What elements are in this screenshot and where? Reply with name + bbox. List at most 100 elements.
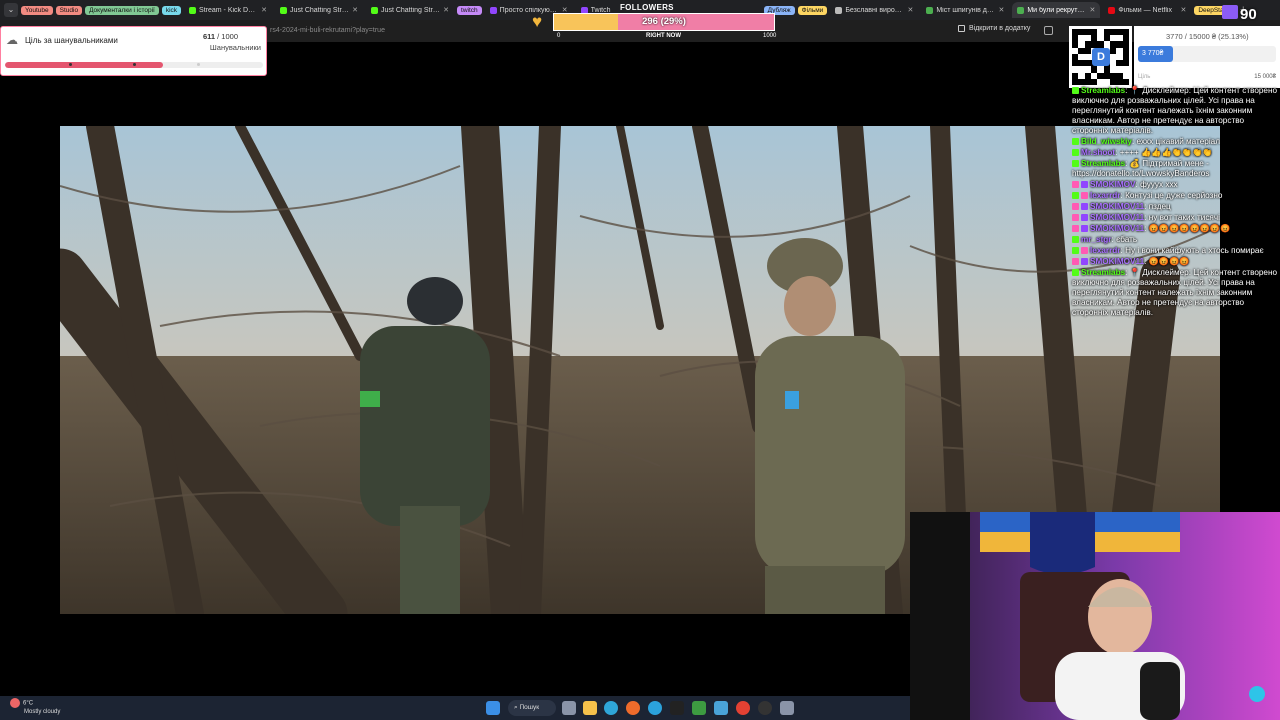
tab-title: Фільми — Netflix	[1118, 6, 1172, 14]
tab-title: Stream - Kick Dashbo...	[199, 6, 259, 14]
goal-subtitle: Шанувальники	[209, 43, 261, 52]
weather-desc: Mostly cloudy	[24, 709, 61, 715]
tab-title: Ми були рекрутами	[1027, 6, 1087, 14]
chat-text: ну вот таких тисячі	[1148, 213, 1220, 222]
search-label: Пошук	[519, 704, 540, 711]
chat-username[interactable]: Streamlabs	[1081, 268, 1125, 277]
chrome-icon[interactable]	[736, 701, 750, 715]
file-explorer-icon[interactable]	[583, 701, 597, 715]
tab-group-studio[interactable]: Studio	[55, 5, 83, 15]
chat-text: єбать	[1116, 235, 1138, 244]
chat-message: SMOKIMOV11: 😡😡😡😡😡😡😡😡	[1072, 224, 1280, 234]
weather-widget[interactable]: 6°C Mostly cloudy	[10, 698, 60, 716]
followers-progress-bar: 296 (29%)	[553, 13, 775, 31]
streamer-webcam-image	[910, 512, 1280, 720]
chat-badge-icon	[1072, 258, 1079, 265]
chat-text: 😡😡😡😡😡😡😡😡	[1148, 224, 1231, 233]
chat-message: lexarrdr: Ну і вони кайфують а хтось пом…	[1072, 246, 1280, 256]
chat-badge-icon	[1072, 203, 1079, 210]
tab-favicon-icon	[1017, 6, 1025, 14]
chat-username[interactable]: Streamlabs	[1081, 159, 1125, 168]
open-in-app-button[interactable]: Відкрити в додатку	[958, 25, 1030, 32]
app-icon	[958, 25, 965, 32]
tab-title: Just Chatting Stream...	[290, 6, 349, 14]
weather-icon	[10, 698, 20, 708]
netflix-favicon-icon	[1108, 6, 1116, 14]
tab-group-twitch[interactable]: twitch	[457, 5, 482, 15]
chat-username[interactable]: Streamlabs	[1081, 86, 1125, 95]
tab-favicon-icon	[926, 6, 934, 14]
tab-title: Безславні виродки...	[845, 6, 904, 14]
tab-group-youtube[interactable]: Youtube	[21, 5, 53, 15]
open-in-app-label: Відкрити в додатку	[969, 25, 1031, 32]
donation-amount: 3770 / 15000 ₴ (25.13%)	[1166, 32, 1249, 41]
tab-group-kick[interactable]: kick	[161, 5, 182, 15]
close-tab-icon[interactable]: ✕	[1089, 6, 1095, 14]
tab-title: Just Chatting Stream...	[381, 6, 440, 14]
chat-username[interactable]: SMOKIMOV	[1090, 180, 1136, 189]
telegram-icon[interactable]	[648, 701, 662, 715]
twitch-icon	[1222, 5, 1238, 19]
close-tab-icon[interactable]: ✕	[261, 6, 267, 14]
chat-text: ++++ 👍👍👍👏👏👏👏	[1119, 148, 1213, 157]
taskbar-search[interactable]: ⌕ Пошук	[508, 700, 556, 716]
chat-username[interactable]: SMOKIMOV11	[1090, 213, 1144, 222]
chat-username[interactable]: mr_stgr	[1081, 235, 1112, 244]
tab-group-docs[interactable]: Документалки і історії	[85, 5, 159, 15]
donation-goal-label: Ціль	[1138, 74, 1151, 80]
obs-icon[interactable]	[758, 701, 772, 715]
browser-tab[interactable]: Фільми — Netflix ✕	[1103, 2, 1191, 18]
goal-tick-marker	[69, 63, 72, 66]
windows-taskbar: 6°C Mostly cloudy ⌕ Пошук	[0, 696, 910, 720]
chat-badge-icon	[1072, 214, 1079, 221]
chat-username[interactable]: lexarrdr	[1090, 246, 1121, 255]
followers-right-now-label: RIGHT NOW	[646, 33, 681, 39]
followers-min: 0	[557, 33, 561, 39]
browser-tab[interactable]: Міст шпигунів дивит...✕	[921, 2, 1009, 18]
chat-text: 😡😡😡😡	[1148, 257, 1190, 266]
url-text[interactable]: rs4-2024-mi-buli-rekrutami?play=true	[270, 27, 385, 34]
close-tab-icon[interactable]: ✕	[998, 6, 1004, 14]
browser-tab[interactable]: Безславні виродки...✕	[830, 2, 918, 18]
tab-search-menu-icon[interactable]: ⌄	[4, 3, 18, 17]
followers-goal-widget: ☁ Ціль за шанувальниками 611 / 1000 Шану…	[0, 26, 267, 76]
chat-username[interactable]: SMOKIMOV11	[1090, 257, 1144, 266]
chat-badge-icon	[1072, 160, 1079, 167]
browser-tab[interactable]: Just Chatting Stream...✕	[366, 2, 454, 18]
close-tab-icon[interactable]: ✕	[352, 6, 358, 14]
extensions-icon[interactable]	[1044, 26, 1053, 35]
photos-icon[interactable]	[714, 701, 728, 715]
twitch-favicon-icon	[489, 6, 497, 14]
chat-username[interactable]: SMOKIMOV11	[1090, 202, 1144, 211]
settings-icon[interactable]	[780, 701, 794, 715]
browser-tab-active[interactable]: Ми були рекрутами ✕	[1012, 2, 1101, 18]
windows-start-icon[interactable]	[486, 701, 500, 715]
edge-icon[interactable]	[604, 701, 618, 715]
chat-text: Ну і вони кайфують а хтось помирає	[1125, 246, 1264, 255]
close-tab-icon[interactable]: ✕	[443, 6, 449, 14]
browser-tab[interactable]: Just Chatting Stream...✕	[275, 2, 363, 18]
kick-favicon-icon	[189, 6, 197, 14]
followers-value: 296 (29%)	[642, 16, 686, 27]
xbox-icon[interactable]	[692, 701, 706, 715]
chat-username[interactable]: lexarrdr	[1090, 191, 1121, 200]
task-view-icon[interactable]	[562, 701, 576, 715]
chat-username[interactable]: Mr.shoot	[1081, 148, 1115, 157]
heart-icon: ♥	[532, 12, 543, 31]
close-tab-icon[interactable]: ✕	[1180, 6, 1186, 14]
goal-tick-marker	[133, 63, 136, 66]
chat-username[interactable]: Bild_wiwskiy	[1081, 137, 1132, 146]
goal-progress-fill	[5, 62, 163, 68]
browser-tab[interactable]: Stream - Kick Dashbo...✕	[184, 2, 272, 18]
weather-temp: 6°C	[23, 700, 34, 707]
kick-favicon-icon	[371, 6, 379, 14]
chat-text: пздец	[1148, 202, 1171, 211]
terminal-icon[interactable]	[670, 701, 684, 715]
tab-group-films[interactable]: Фільми	[797, 5, 828, 15]
firefox-icon[interactable]	[626, 701, 640, 715]
chat-message: SMOKIMOV11: 😡😡😡😡	[1072, 257, 1280, 267]
chat-message: Mr.shoot: ++++ 👍👍👍👏👏👏👏	[1072, 148, 1280, 158]
chat-username[interactable]: SMOKIMOV11	[1090, 224, 1144, 233]
close-tab-icon[interactable]: ✕	[907, 6, 913, 14]
goal-count: 611 / 1000	[202, 32, 238, 41]
